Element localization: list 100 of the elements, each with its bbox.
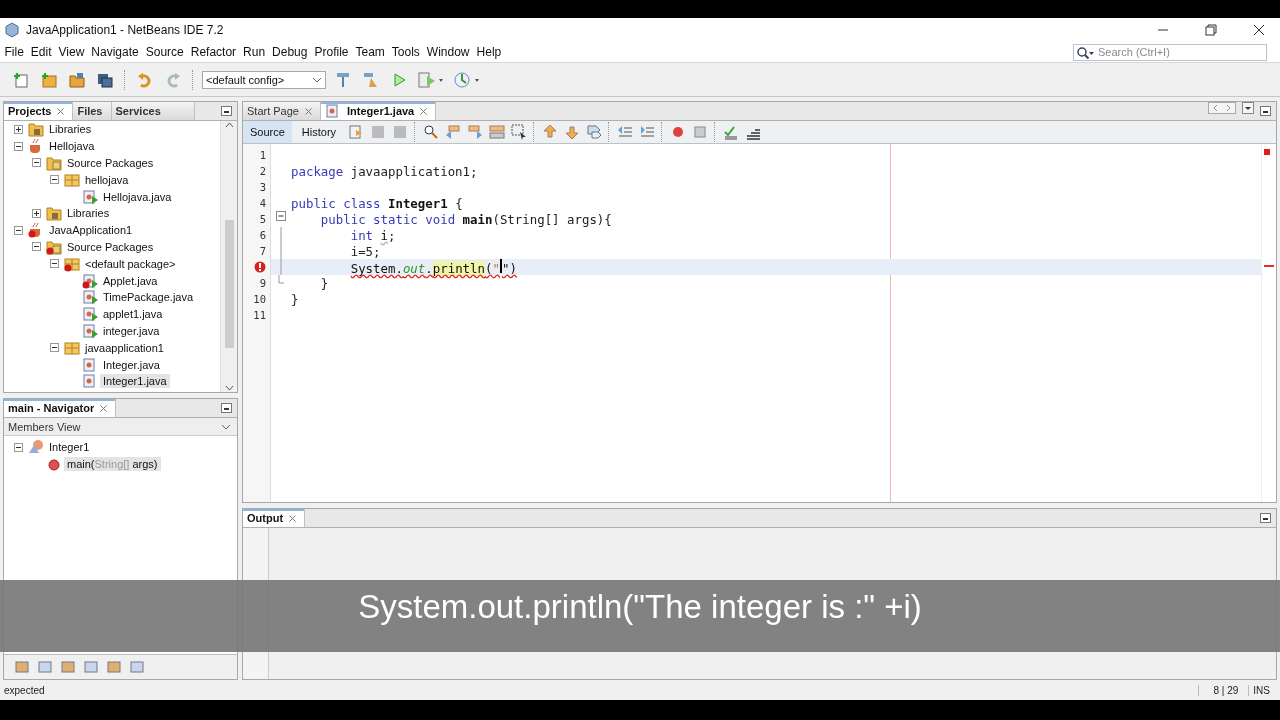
tree-item[interactable]: Hellojava.java	[100, 189, 175, 204]
menu-item[interactable]: File	[1, 45, 28, 59]
collapse-icon[interactable]	[13, 442, 23, 452]
toggle-bookmark-icon[interactable]	[585, 124, 602, 140]
collapse-icon[interactable]	[13, 225, 23, 235]
menu-item[interactable]: Refactor	[187, 45, 240, 59]
close-tab-icon[interactable]	[57, 107, 65, 115]
find-previous-icon[interactable]	[444, 124, 461, 140]
tree-item[interactable]: Libraries	[46, 122, 95, 137]
collapse-icon[interactable]	[49, 259, 59, 269]
menu-item[interactable]: Debug	[268, 45, 311, 59]
chevron-down-icon[interactable]	[312, 75, 322, 84]
shift-right-icon[interactable]	[638, 124, 655, 140]
square-icon[interactable]	[37, 659, 53, 675]
view-toggle[interactable]: Source	[243, 121, 292, 143]
tree-item[interactable]: main(String[] args)	[64, 457, 161, 472]
menu-item[interactable]: View	[55, 45, 88, 59]
tab-list-icon[interactable]	[1242, 102, 1254, 114]
menu-item[interactable]: Help	[473, 45, 505, 59]
view-toggle[interactable]: History	[294, 121, 344, 143]
menu-item[interactable]: Run	[239, 45, 269, 59]
menu-item[interactable]: Window	[423, 45, 474, 59]
tab-scroll-icon[interactable]	[1208, 102, 1236, 114]
highlight-toggle-icon[interactable]	[488, 124, 505, 140]
shift-left-icon[interactable]	[616, 124, 633, 140]
debug-icon[interactable]	[418, 71, 444, 88]
collapse-icon[interactable]	[31, 158, 41, 168]
chevron-down-icon[interactable]	[221, 422, 231, 431]
comment-icon[interactable]	[722, 124, 739, 140]
menu-item[interactable]: Navigate	[87, 45, 143, 59]
scroll-up-icon	[224, 121, 234, 129]
close-tab-icon[interactable]	[289, 514, 297, 522]
menu-item[interactable]: Profile	[311, 45, 352, 59]
open-folder-icon[interactable]	[69, 71, 85, 88]
undo-icon[interactable]	[137, 71, 153, 88]
collapse-icon[interactable]	[49, 175, 59, 185]
fold-icon[interactable]	[276, 211, 286, 221]
menu-item[interactable]: Tools	[388, 45, 424, 59]
find-icon[interactable]	[422, 124, 439, 140]
tree-item[interactable]: TimePackage.java	[100, 290, 197, 305]
search-field[interactable]: Search (Ctrl+I)	[1073, 43, 1267, 61]
panel-tab[interactable]: Output	[243, 509, 306, 527]
restore-window-icon[interactable]	[1205, 24, 1217, 36]
close-tab-icon[interactable]	[100, 404, 108, 412]
menu-item[interactable]: Source	[142, 45, 188, 59]
minimize-icon[interactable]	[1260, 106, 1271, 116]
new-file-icon[interactable]	[13, 71, 29, 88]
save-all-icon[interactable]	[97, 71, 113, 88]
collapse-icon[interactable]	[13, 141, 23, 151]
tree-item[interactable]: JavaApplication1	[46, 223, 136, 238]
run-icon[interactable]	[391, 71, 407, 88]
tree-item[interactable]: Integer.java	[100, 357, 163, 372]
tree-item[interactable]: integer.java	[100, 323, 163, 338]
new-project-icon[interactable]	[41, 71, 57, 88]
minimize-icon[interactable]	[221, 403, 232, 413]
tree-item[interactable]: hellojava	[82, 172, 132, 187]
tree-item[interactable]: Applet.java	[100, 273, 161, 288]
tree-item[interactable]: Hellojava	[46, 139, 98, 154]
panel-tab[interactable]: Files	[73, 102, 112, 120]
editor-tab[interactable]: Start Page	[243, 102, 321, 120]
editor-tab[interactable]: Integer1.java	[321, 102, 437, 120]
line-number: 3	[259, 181, 266, 193]
collapse-icon[interactable]	[31, 242, 41, 252]
close-tab-icon[interactable]	[420, 107, 428, 115]
minimize-icon[interactable]	[221, 106, 232, 116]
error-marker[interactable]	[1264, 265, 1274, 267]
menu-item[interactable]: Edit	[27, 45, 56, 59]
expand-icon[interactable]	[31, 208, 41, 218]
menu-item[interactable]: Team	[352, 45, 389, 59]
stop-icon[interactable]	[691, 124, 708, 140]
config-dropdown[interactable]: <default config>	[202, 70, 326, 89]
select-icon[interactable]	[510, 124, 527, 140]
next-bookmark-icon[interactable]	[563, 124, 580, 140]
last-edit-icon[interactable]	[347, 124, 364, 140]
minimize-icon[interactable]	[1260, 513, 1271, 523]
close-tab-icon[interactable]	[305, 107, 312, 115]
view-dropdown[interactable]: Members View	[4, 418, 237, 436]
clean-build-icon[interactable]	[363, 71, 379, 88]
find-next-icon[interactable]	[466, 124, 483, 140]
code-line: package javaapplication1;	[291, 163, 478, 179]
code-line: }	[319, 275, 329, 291]
close-icon[interactable]	[1253, 24, 1265, 36]
tree-item[interactable]: <default package>	[82, 256, 179, 271]
panel-tab[interactable]: main - Navigator	[4, 399, 117, 417]
tree-item[interactable]: Integer1.java	[100, 374, 170, 389]
code-line: System.out.println(" ")	[349, 258, 517, 276]
tree-item[interactable]: javaapplication1	[82, 340, 167, 355]
profile-icon[interactable]	[454, 71, 480, 88]
collapse-icon[interactable]	[49, 343, 59, 353]
hammer-icon[interactable]	[335, 71, 351, 88]
tree-item[interactable]: applet1.java	[100, 307, 166, 322]
tree-item[interactable]: Source Packages	[64, 156, 157, 170]
tree-item[interactable]: Source Packages	[64, 239, 157, 254]
scrollbar-thumb[interactable]	[224, 220, 234, 348]
panel-tab[interactable]: Services	[111, 102, 195, 120]
previous-bookmark-icon[interactable]	[541, 124, 558, 140]
panel-tab[interactable]: Projects	[4, 102, 74, 120]
tree-item[interactable]: Integer1	[46, 440, 93, 455]
expand-icon[interactable]	[13, 124, 23, 134]
tree-item[interactable]: Libraries	[64, 206, 113, 221]
